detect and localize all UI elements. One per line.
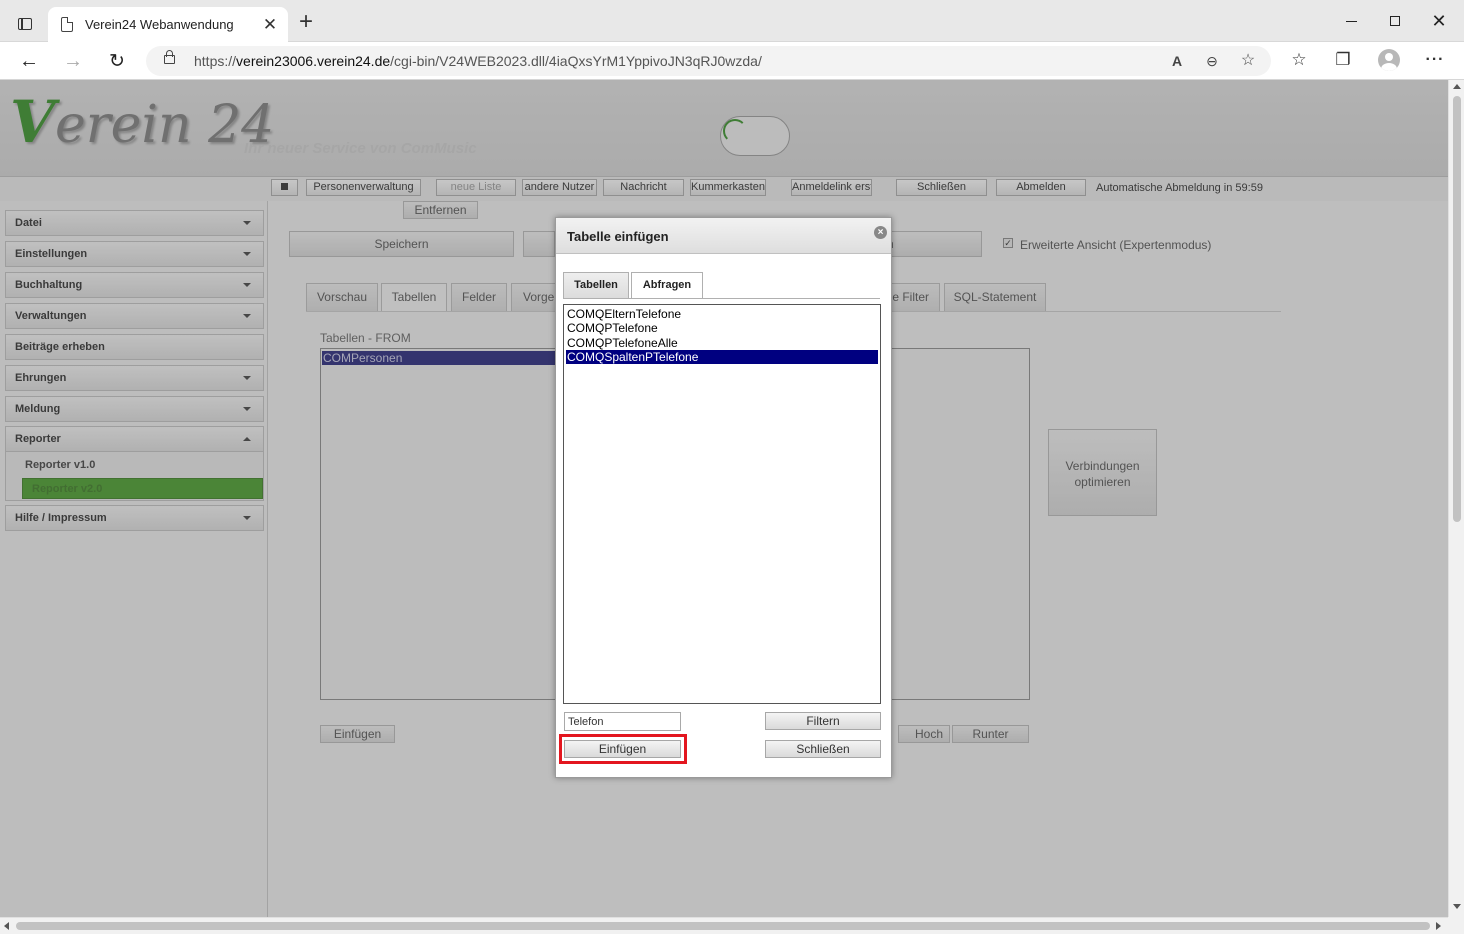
scrollbar-thumb[interactable] [16, 922, 1430, 930]
scroll-down-icon[interactable] [1453, 904, 1461, 909]
scrollbar-thumb[interactable] [1453, 96, 1461, 522]
forward-arrow-icon[interactable]: → [59, 48, 87, 74]
favorites-icon[interactable]: ☆ [1287, 48, 1311, 72]
profile-icon[interactable] [1378, 49, 1400, 71]
list-item-selected[interactable]: COMQSpaltenPTelefone [566, 350, 878, 364]
url-text[interactable]: https://verein23006.verein24.de/cgi-bin/… [194, 53, 762, 69]
dialog-tab-divider [563, 298, 880, 299]
window-close-button[interactable]: ✕ [1416, 8, 1462, 34]
horizontal-scrollbar[interactable] [0, 917, 1448, 934]
scroll-left-icon[interactable] [4, 922, 9, 930]
dialog-title: Tabelle einfügen [567, 229, 669, 244]
new-tab-icon[interactable]: + [296, 10, 316, 34]
filter-input[interactable] [564, 712, 681, 731]
add-favorite-icon[interactable]: ☆ [1238, 51, 1258, 71]
dialog-schliessen-button[interactable]: Schließen [765, 740, 881, 758]
dialog-tab-abfragen[interactable]: Abfragen [631, 272, 703, 299]
browser-titlebar: Verein24 Webanwendung ✕ + ✕ [0, 0, 1464, 42]
list-item[interactable]: COMQPTelefone [566, 321, 878, 335]
scroll-corner [1448, 917, 1464, 934]
list-item[interactable]: COMQPTelefoneAlle [566, 336, 878, 350]
dialog-tab-tabellen[interactable]: Tabellen [563, 272, 629, 298]
reload-icon[interactable]: ↻ [103, 48, 131, 74]
back-arrow-icon[interactable]: ← [15, 48, 43, 74]
web-page: Verein 24 Ihr neuer Service von ComMusic… [0, 80, 1448, 917]
dialog-close-icon[interactable]: × [874, 226, 887, 239]
browser-navbar: ← → ↻ https://verein23006.verein24.de/cg… [0, 42, 1464, 80]
list-item[interactable]: COMQElternTelefone [566, 307, 878, 321]
window-minimize-button[interactable] [1328, 8, 1374, 34]
scroll-up-icon[interactable] [1453, 84, 1461, 89]
tabelle-einfuegen-dialog: Tabelle einfügen × Tabellen Abfragen COM… [555, 217, 892, 778]
scroll-right-icon[interactable] [1436, 922, 1441, 930]
address-bar[interactable]: https://verein23006.verein24.de/cgi-bin/… [146, 46, 1271, 76]
dialog-header: Tabelle einfügen × [556, 218, 891, 254]
filtern-button[interactable]: Filtern [765, 712, 881, 730]
query-list[interactable]: COMQElternTelefone COMQPTelefone COMQPTe… [563, 304, 881, 704]
tab-title: Verein24 Webanwendung [85, 17, 234, 32]
more-menu-icon[interactable]: ··· [1423, 48, 1447, 72]
zoom-out-icon[interactable]: ⊖ [1202, 51, 1222, 71]
lock-icon[interactable] [164, 50, 175, 64]
browser-tab[interactable]: Verein24 Webanwendung ✕ [48, 7, 288, 42]
read-aloud-icon[interactable]: A [1167, 51, 1187, 71]
page-icon [61, 17, 73, 32]
highlight-annotation [559, 734, 687, 764]
window-maximize-button[interactable] [1372, 8, 1418, 34]
collections-icon[interactable]: ❐ [1331, 48, 1355, 72]
tab-actions-icon[interactable] [10, 12, 40, 36]
tab-close-icon[interactable]: ✕ [260, 15, 280, 35]
vertical-scrollbar[interactable] [1448, 80, 1464, 917]
